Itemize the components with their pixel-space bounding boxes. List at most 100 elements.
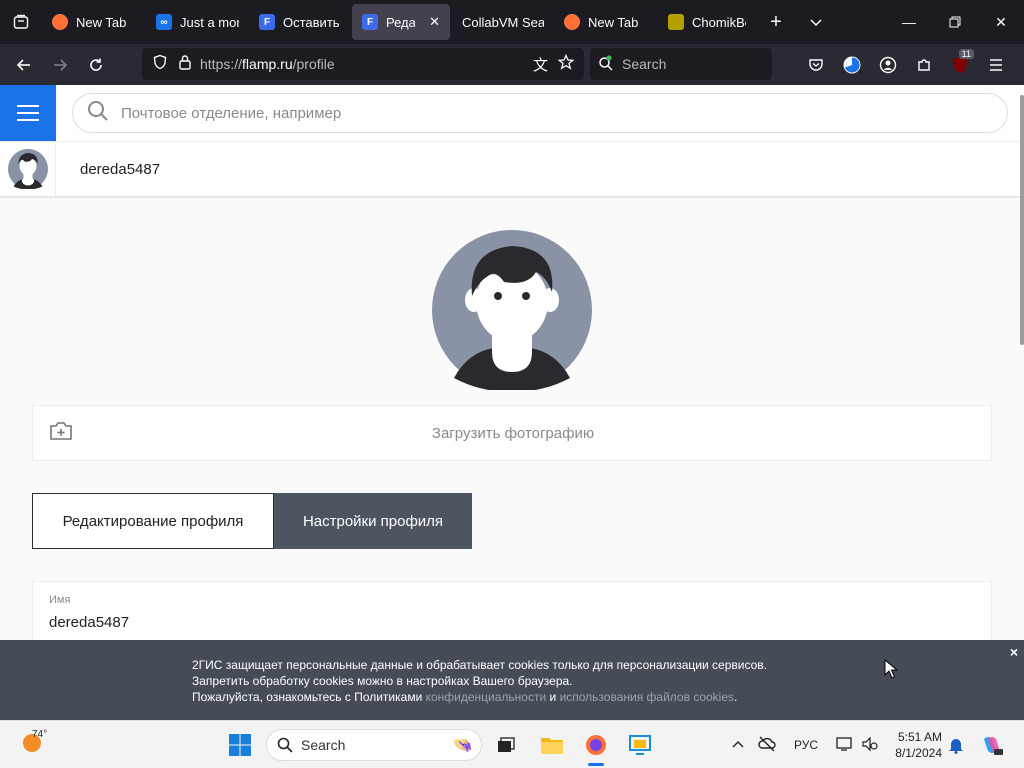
plus-icon: + [770,10,782,33]
extension-timer-button[interactable] [836,49,868,81]
chevron-down-icon [810,19,822,27]
lock-icon[interactable] [178,54,192,75]
close-tab-icon[interactable]: ✕ [429,14,440,30]
tab-new-tab-1[interactable]: New Tab [42,4,146,40]
search-engine-icon [598,54,614,74]
taskbar-search-label: Search [301,737,346,753]
cookie-line-3: Пожалуйста, ознакомьтесь с Политиками ко… [192,689,767,705]
new-tab-button[interactable]: + [756,0,796,44]
forward-button[interactable] [42,47,78,83]
upload-photo-label: Загрузить фотографию [431,424,595,442]
search-icon [87,100,109,127]
nav-bar: https://flamp.ru/profile 文 Search 11 [0,44,1024,85]
tab-leave-review[interactable]: F Оставить о [249,4,352,40]
tab-edit-profile[interactable]: F Редакти ✕ [352,4,450,40]
reload-button[interactable] [78,47,114,83]
tab-collabvm[interactable]: CollabVM Sear [450,4,554,40]
pocket-icon [809,58,823,71]
mouse-cursor-icon [884,658,899,684]
timer-icon [843,56,861,73]
translate-icon[interactable]: 文 [533,54,548,75]
url-path: /profile [292,56,335,72]
site-menu-button[interactable] [0,85,56,141]
privacy-policy-link[interactable]: конфиденциальности [426,690,547,704]
menu-line [17,105,39,107]
tab-title: Just a mom [180,14,239,30]
avatar-icon [432,230,592,392]
profile-avatar[interactable] [432,230,592,392]
site-search-placeholder: Почтовое отделение, например [121,104,342,122]
back-button[interactable] [6,47,42,83]
chevron-up-icon[interactable] [728,738,748,752]
folder-icon [541,738,563,754]
minimize-button[interactable]: — [886,0,932,44]
remote-desktop-button[interactable] [624,729,656,761]
firefox-taskbar-button[interactable] [580,729,612,766]
language-indicator[interactable]: РУС [794,738,818,752]
bell-icon [949,739,963,754]
extension-badge: 11 [958,48,974,59]
search-highlight-icon: 👒 [453,737,473,754]
menu-button[interactable] [980,49,1012,81]
tab-profile-settings[interactable]: Настройки профиля [274,493,472,549]
close-cookie-banner-button[interactable]: × [1010,644,1018,660]
notifications-button[interactable] [940,729,972,761]
account-button[interactable] [872,49,904,81]
volume-muted-icon[interactable] [862,736,878,755]
file-explorer-button[interactable] [536,729,568,761]
active-indicator [588,763,604,766]
user-header: dereda5487 [0,141,1024,198]
firefox-icon [586,735,606,755]
tab-title: New Tab [588,14,639,30]
cookie-banner: 2ГИС защищает персональные данные и обра… [0,640,1024,720]
list-all-tabs-button[interactable] [796,0,836,44]
url-bar[interactable]: https://flamp.ru/profile 文 [142,48,584,80]
tab-title: CollabVM Sear [462,14,544,30]
clock[interactable]: 5:51 AM 8/1/2024 [890,729,942,761]
task-view-icon [498,737,515,752]
bookmark-star-icon[interactable] [557,53,575,75]
small-avatar[interactable] [0,141,56,197]
reload-icon [90,58,102,71]
shield-icon[interactable] [152,54,168,75]
cookie-text: 2ГИС защищает персональные данные и обра… [192,657,767,705]
cookie-policy-link[interactable]: использования файлов cookies [560,690,734,704]
tab-new-tab-2[interactable]: New Tab [554,4,658,40]
url-host: flamp.ru [242,56,293,72]
name-field-label: Имя [49,594,71,606]
name-field-value[interactable]: dereda5487 [49,614,129,631]
copilot-button[interactable] [976,729,1008,761]
taskbar-search[interactable]: Search 👒 [266,729,482,761]
task-view-button[interactable] [490,729,522,761]
tab-edit-profile[interactable]: Редактирование профиля [32,493,274,549]
extensions-button[interactable] [908,49,940,81]
upload-photo-button[interactable]: Загрузить фотографию [32,405,992,461]
tab-title: ChomikBo [692,14,746,30]
tab-title: Редакти [386,14,416,30]
flamp-icon: F [362,14,378,30]
copilot-icon [984,737,1003,755]
url-text[interactable]: https://flamp.ru/profile [200,56,533,72]
tab-strip: New Tab ∞ Just a mom F Оставить о F Реда… [0,0,1024,44]
weather-widget[interactable]: 74° [20,729,47,755]
account-icon [879,56,897,73]
restore-button[interactable] [932,0,978,44]
search-bar[interactable]: Search [590,48,772,80]
close-window-button[interactable]: ✕ [978,0,1024,44]
firefox-view-icon [13,14,29,29]
pocket-button[interactable] [800,49,832,81]
search-bar-placeholder: Search [622,56,667,72]
arrow-right-icon [54,58,68,71]
ublock-button[interactable]: 11 [944,48,976,81]
start-button[interactable] [228,733,252,757]
cloud-offline-icon[interactable] [758,736,776,755]
page-scrollbar[interactable] [1020,95,1024,345]
site-search-input[interactable]: Почтовое отделение, например [72,93,1008,133]
tab-just-a-moment[interactable]: ∞ Just a mom [146,4,249,40]
avatar-icon [7,149,48,189]
firefox-view-button[interactable] [0,0,42,44]
tab-title: Оставить о [283,14,342,30]
network-icon[interactable] [836,736,854,755]
tab-chomikbox[interactable]: ChomikBo [658,4,756,40]
tab-title: New Tab [76,14,127,30]
